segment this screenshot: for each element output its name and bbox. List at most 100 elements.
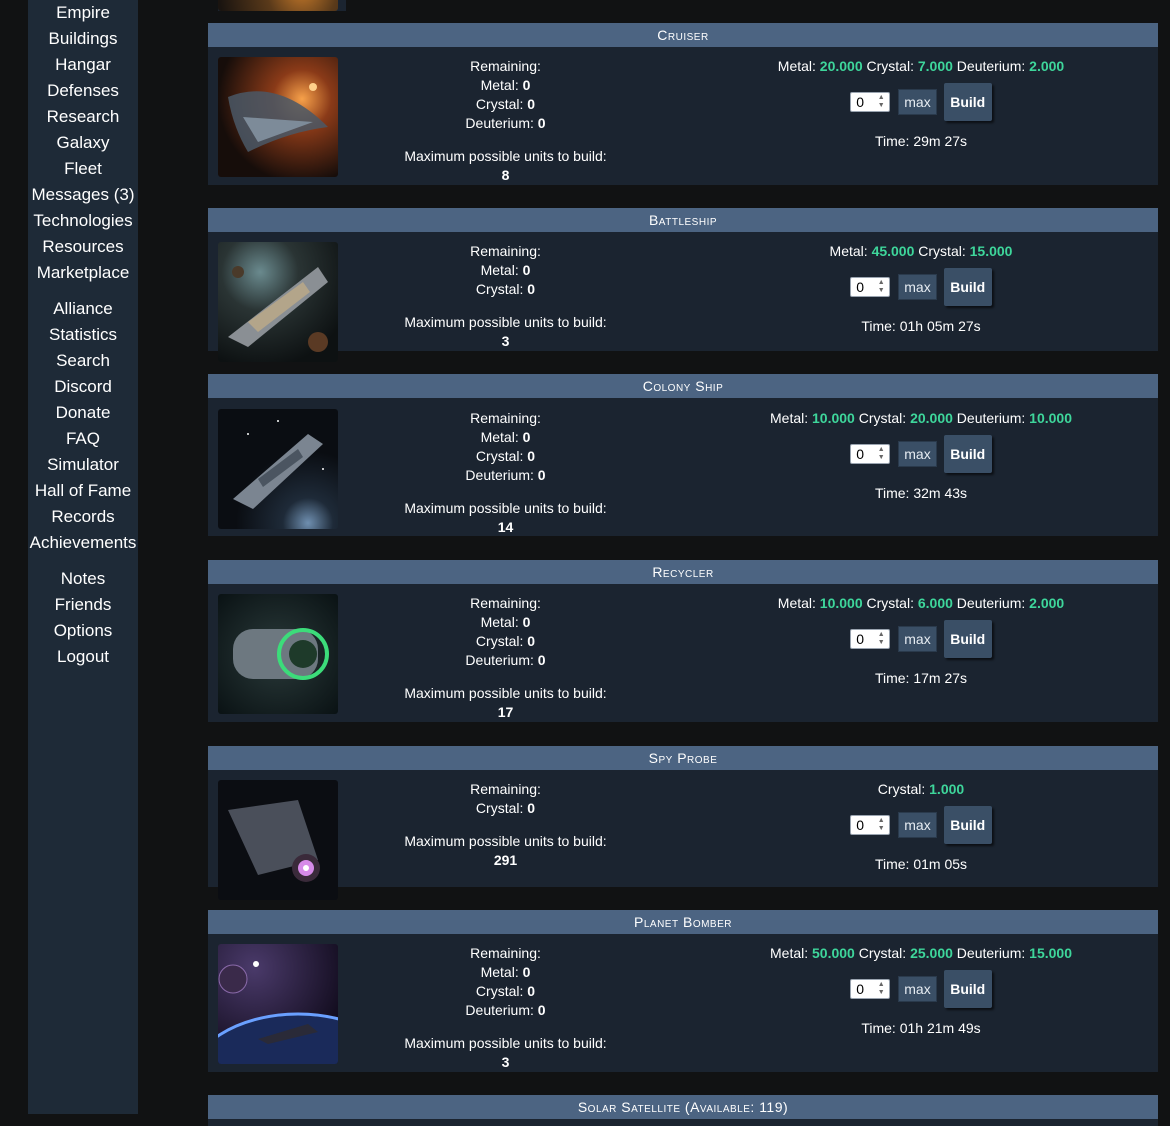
max-units-number: 291 [493,852,518,868]
cost-crystal-label: Crystal: [858,410,907,426]
deuterium-label: Deuterium: [465,652,534,668]
spinner-icon[interactable]: ▲ ▼ [875,981,887,997]
recycler-image[interactable] [218,594,338,714]
cost-crystal-label: Crystal: [866,58,914,74]
cost-metal-value: 20.000 [819,58,863,74]
nav-item-technologies[interactable]: Technologies [28,208,138,234]
nav-item-empire[interactable]: Empire [28,0,138,26]
quantity-input[interactable]: 0 ▲ ▼ [850,979,891,999]
build-block: Metal: 20.000 Crystal: 7.000 Deuterium: … [721,57,1121,151]
spinner-icon[interactable]: ▲ ▼ [875,279,887,295]
time-label: Time: [861,318,896,334]
max-units-number: 8 [501,167,510,183]
max-button[interactable]: max [898,89,937,115]
cost-deuterium-label: Deuterium: [956,945,1026,961]
remaining-label: Remaining: [470,945,541,961]
nav-item-galaxy[interactable]: Galaxy [28,130,138,156]
unit-title: Recycler [208,560,1158,584]
nav-item-resources[interactable]: Resources [28,234,138,260]
max-units-number: 3 [501,333,510,349]
build-button[interactable]: Build [943,268,992,306]
quantity-value: 0 [856,981,865,997]
build-button[interactable]: Build [943,83,992,121]
planet-bomber-image[interactable] [218,944,338,1064]
metal-value: 0 [522,77,531,93]
metal-label: Metal: [480,77,519,93]
max-units-value: 3 [363,1053,648,1072]
nav-item-defenses[interactable]: Defenses [28,78,138,104]
build-button[interactable]: Build [943,806,992,844]
previous-unit-image[interactable] [218,0,338,11]
nav-item-search[interactable]: Search [28,348,138,374]
max-button[interactable]: max [898,626,937,652]
colony-ship-image[interactable] [218,409,338,529]
nav-item-friends[interactable]: Friends [28,592,138,618]
nav-item-achievements[interactable]: Achievements [28,530,138,556]
time-value: 01h 21m 49s [899,1020,981,1036]
cost-crystal-value: 15.000 [969,243,1013,259]
crystal-value: 0 [527,281,536,297]
nav-item-statistics[interactable]: Statistics [28,322,138,348]
battleship-image[interactable] [218,242,338,362]
nav-item-discord[interactable]: Discord [28,374,138,400]
max-button[interactable]: max [898,976,937,1002]
nav-item-notes[interactable]: Notes [28,566,138,592]
time-value: 29m 27s [913,133,968,149]
cost-crystal-value: 20.000 [910,410,953,426]
spinner-icon[interactable]: ▲ ▼ [875,94,887,110]
cost-deuterium-value: 10.000 [1029,410,1072,426]
quantity-input[interactable]: 0 ▲ ▼ [850,444,891,464]
nav-item-alliance[interactable]: Alliance [28,296,138,322]
nav-item-fleet[interactable]: Fleet [28,156,138,182]
nav-item-messages[interactable]: Messages (3) [28,182,138,208]
cruiser-image[interactable] [218,57,338,177]
spinner-icon[interactable]: ▲ ▼ [875,817,887,833]
remaining-crystal: Crystal: 0 [363,799,648,818]
nav-item-donate[interactable]: Donate [28,400,138,426]
nav-item-records[interactable]: Records [28,504,138,530]
quantity-input[interactable]: 0 ▲ ▼ [850,92,891,112]
cost-metal-label: Metal: [777,595,816,611]
max-units-value: 3 [363,332,648,351]
nav-group-community: Alliance Statistics Search Discord Donat… [28,296,138,556]
nav-item-faq[interactable]: FAQ [28,426,138,452]
max-units-label: Maximum possible units to build: [404,685,607,701]
max-button[interactable]: max [898,274,937,300]
build-controls: 0 ▲ ▼ max Build [721,435,1121,473]
quantity-input[interactable]: 0 ▲ ▼ [850,629,891,649]
nav-item-options[interactable]: Options [28,618,138,644]
spinner-icon[interactable]: ▲ ▼ [875,446,887,462]
crystal-label: Crystal: [475,281,524,297]
quantity-input[interactable]: 0 ▲ ▼ [850,815,891,835]
build-button[interactable]: Build [943,435,992,473]
remaining-metal: Metal: 0 [363,613,648,632]
nav-item-hall-of-fame[interactable]: Hall of Fame [28,478,138,504]
build-controls: 0 ▲ ▼ max Build [721,83,1121,121]
remaining-deuterium: Deuterium: 0 [363,114,648,133]
nav-group-account: Notes Friends Options Logout [28,566,138,670]
nav-item-research[interactable]: Research [28,104,138,130]
quantity-value: 0 [856,631,865,647]
nav-group-main: Empire Buildings Hangar Defenses Researc… [28,0,138,286]
remaining-label: Remaining: [470,781,541,797]
cost-line: Metal: 45.000 Crystal: 15.000 [721,242,1121,261]
build-time: Time: 01h 21m 49s [721,1019,1121,1038]
cost-deuterium-label: Deuterium: [956,595,1026,611]
spinner-icon[interactable]: ▲ ▼ [875,631,887,647]
unit-panel-battleship: Battleship Remaining: Metal: 0 Crystal: … [208,208,1158,362]
quantity-input[interactable]: 0 ▲ ▼ [850,277,891,297]
nav-item-hangar[interactable]: Hangar [28,52,138,78]
crystal-value: 0 [527,448,536,464]
build-button[interactable]: Build [943,620,992,658]
remaining-label: Remaining: [470,243,541,259]
max-button[interactable]: max [898,441,937,467]
time-label: Time: [874,133,910,149]
build-button[interactable]: Build [943,970,992,1008]
unit-title: Planet Bomber [208,910,1158,934]
spy-probe-image[interactable] [218,780,338,900]
nav-item-simulator[interactable]: Simulator [28,452,138,478]
max-button[interactable]: max [898,812,937,838]
nav-item-buildings[interactable]: Buildings [28,26,138,52]
nav-item-logout[interactable]: Logout [28,644,138,670]
nav-item-marketplace[interactable]: Marketplace [28,260,138,286]
